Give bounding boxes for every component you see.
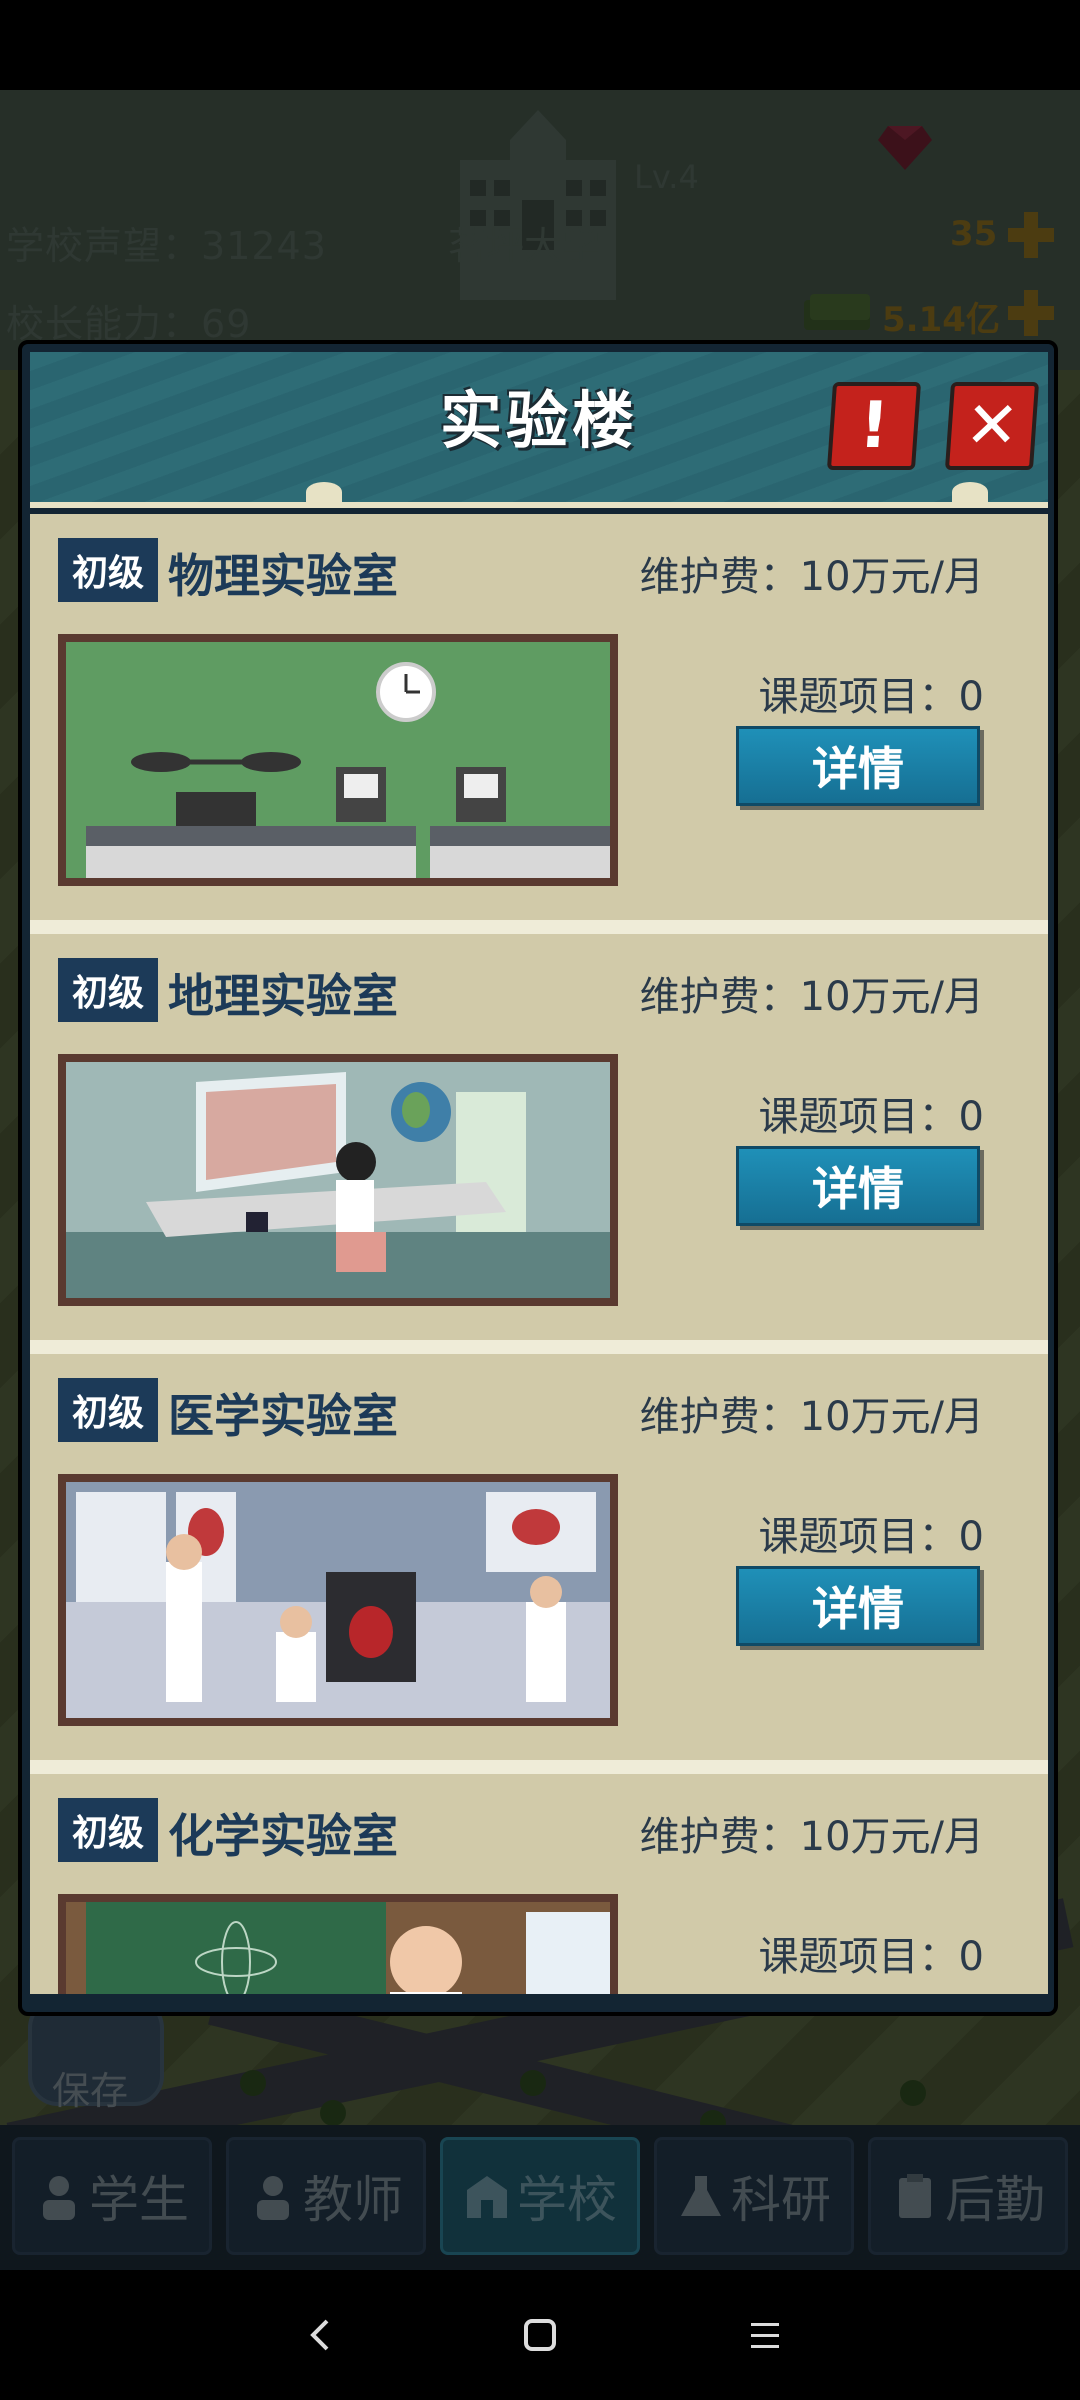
- details-button[interactable]: 详情: [736, 1566, 980, 1646]
- lab-name: 地理实验室: [168, 969, 398, 1023]
- research-projects: 课题项目：0: [758, 674, 984, 720]
- research-projects: 课题项目：0: [758, 1934, 984, 1980]
- lab-card-geography: 初级 地理实验室 维护费：10万元/月 课题项目：0 详情: [30, 934, 1048, 1354]
- lab-list[interactable]: 初级 物理实验室 维护费：10万元/月 课题项目：0 详情 初级 地理实验室 维…: [30, 514, 1048, 1994]
- close-button[interactable]: ✕: [944, 382, 1040, 470]
- maintenance-fee: 维护费：10万元/月: [639, 1394, 984, 1440]
- lab-name: 化学实验室: [168, 1809, 398, 1863]
- maintenance-fee: 维护费：10万元/月: [639, 974, 984, 1020]
- details-button[interactable]: 详情: [736, 726, 980, 806]
- level-badge: 初级: [58, 1378, 158, 1442]
- lab-image: [58, 1054, 618, 1306]
- close-icon: ✕: [962, 389, 1022, 463]
- research-projects: 课题项目：0: [758, 1514, 984, 1560]
- exclamation-icon: !: [856, 389, 892, 463]
- level-badge: 初级: [58, 1798, 158, 1862]
- dialog-header: 实验楼 ! ✕: [30, 352, 1048, 508]
- level-badge: 初级: [58, 538, 158, 602]
- geography-lab-illustration: [66, 1062, 610, 1298]
- status-bar: [0, 0, 1080, 90]
- chemistry-lab-illustration: [66, 1902, 610, 1994]
- lab-card-medical: 初级 医学实验室 维护费：10万元/月 课题项目：0 详情: [30, 1354, 1048, 1774]
- lab-card-chemistry: 初级 化学实验室 维护费：10万元/月 课题项目：0: [30, 1774, 1048, 1994]
- menu-icon[interactable]: [730, 2300, 800, 2370]
- lab-image: [58, 1474, 618, 1726]
- maintenance-fee: 维护费：10万元/月: [639, 554, 984, 600]
- lab-card-physics: 初级 物理实验室 维护费：10万元/月 课题项目：0 详情: [30, 514, 1048, 934]
- level-badge: 初级: [58, 958, 158, 1022]
- maintenance-fee: 维护费：10万元/月: [639, 1814, 984, 1860]
- lab-image: [58, 634, 618, 886]
- medical-lab-illustration: [66, 1482, 610, 1718]
- lab-building-dialog: 实验楼 ! ✕ 初级 物理实验室 维护费：10万元/月 课题项目：0 详情 初级…: [18, 340, 1058, 2016]
- research-projects: 课题项目：0: [758, 1094, 984, 1140]
- home-icon[interactable]: [505, 2300, 575, 2370]
- lab-name: 医学实验室: [168, 1389, 398, 1443]
- details-button[interactable]: 详情: [736, 1146, 980, 1226]
- lab-name: 物理实验室: [168, 549, 398, 603]
- back-icon[interactable]: [286, 2300, 356, 2370]
- physics-lab-illustration: [66, 642, 610, 878]
- lab-image: [58, 1894, 618, 1994]
- info-button[interactable]: !: [826, 382, 922, 470]
